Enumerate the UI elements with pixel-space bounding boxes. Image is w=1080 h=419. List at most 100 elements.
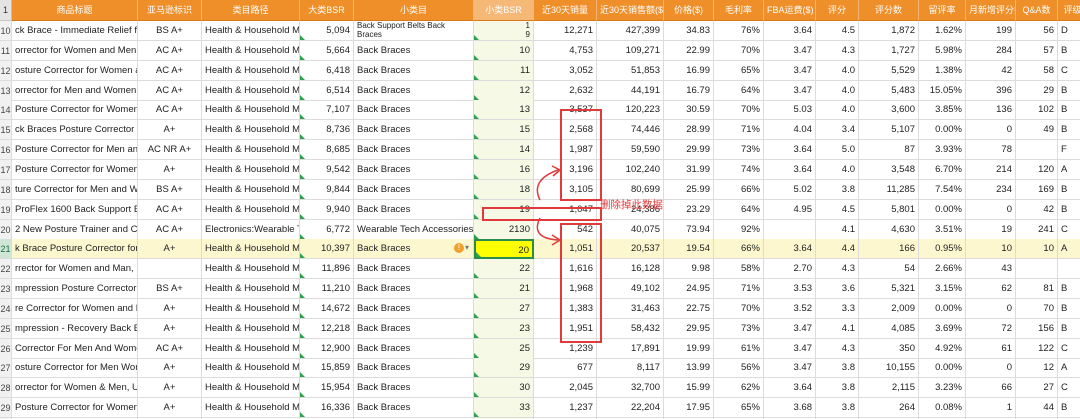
table-cell[interactable]: 17,891 <box>597 339 664 359</box>
table-cell[interactable]: C <box>1058 61 1080 81</box>
table-cell[interactable]: Back Braces <box>354 279 474 299</box>
column-header[interactable]: 留评率 <box>919 0 966 21</box>
table-cell[interactable]: 25.99 <box>664 180 714 200</box>
table-cell[interactable]: A <box>1058 239 1080 259</box>
table-cell[interactable]: 5,094 <box>300 21 354 41</box>
table-cell[interactable]: Back Braces <box>354 339 474 359</box>
table-cell[interactable]: A+ <box>138 120 202 140</box>
table-cell[interactable]: A+ <box>138 239 202 259</box>
table-cell[interactable]: C <box>1058 339 1080 359</box>
table-cell[interactable]: 10 <box>1016 239 1058 259</box>
table-cell[interactable]: 3.47 <box>764 81 816 101</box>
table-cell[interactable]: Health & Household Me <box>202 358 300 378</box>
table-cell[interactable]: Health & Household Me <box>202 140 300 160</box>
table-cell[interactable]: 3.52 <box>764 299 816 319</box>
table-cell[interactable]: Health & Household Me <box>202 398 300 418</box>
table-cell[interactable]: 3.64 <box>764 160 816 180</box>
table-cell[interactable]: 15,954 <box>300 378 354 398</box>
row-number[interactable]: 25 <box>0 319 12 339</box>
table-cell[interactable]: 9.98 <box>664 259 714 279</box>
table-cell[interactable]: 5,801 <box>859 200 919 220</box>
table-cell[interactable]: 3.47 <box>764 339 816 359</box>
table-cell[interactable]: 13 <box>474 100 534 120</box>
table-cell[interactable]: 3.47 <box>764 41 816 61</box>
table-cell[interactable]: 10 <box>474 41 534 61</box>
column-header[interactable]: 类目路径 <box>202 0 300 21</box>
table-cell[interactable]: 70 <box>1016 299 1058 319</box>
table-cell[interactable]: 15.05% <box>919 81 966 101</box>
table-cell[interactable]: 73% <box>714 319 764 339</box>
table-cell[interactable]: 28.99 <box>664 120 714 140</box>
table-cell[interactable]: D <box>1058 21 1080 41</box>
table-cell[interactable]: Health & Household Me <box>202 120 300 140</box>
table-cell[interactable] <box>764 220 816 240</box>
table-cell[interactable]: B <box>1058 81 1080 101</box>
table-cell[interactable]: Back Braces <box>354 180 474 200</box>
table-cell[interactable]: 1,237 <box>534 398 597 418</box>
table-cell[interactable]: A+ <box>138 319 202 339</box>
table-cell[interactable]: 19.99 <box>664 339 714 359</box>
table-cell[interactable]: Health & Household Me <box>202 299 300 319</box>
table-cell[interactable]: 3.51% <box>919 220 966 240</box>
table-cell[interactable]: 16.79 <box>664 81 714 101</box>
table-cell[interactable]: 92% <box>714 220 764 240</box>
table-cell[interactable]: 1 9 <box>474 21 534 41</box>
table-cell[interactable]: 3.64 <box>764 239 816 259</box>
table-cell[interactable]: 3.47 <box>764 61 816 81</box>
table-cell[interactable]: 9,844 <box>300 180 354 200</box>
table-cell[interactable]: k Brace Posture Corrector for M <box>12 239 138 259</box>
table-cell[interactable]: 15.99 <box>664 378 714 398</box>
table-cell[interactable]: ck Braces Posture Corrector Wa <box>12 120 138 140</box>
table-cell[interactable]: 2.70 <box>764 259 816 279</box>
table-cell[interactable]: Health & Household Me <box>202 200 300 220</box>
table-cell[interactable]: 71% <box>714 120 764 140</box>
table-cell[interactable]: 0.00% <box>919 299 966 319</box>
table-cell[interactable]: 57 <box>1016 41 1058 61</box>
table-cell[interactable]: 42 <box>966 61 1016 81</box>
table-cell[interactable]: 427,399 <box>597 21 664 41</box>
chevron-down-icon[interactable]: ▾ <box>465 242 469 254</box>
table-cell[interactable]: 122 <box>1016 339 1058 359</box>
table-cell[interactable]: 2,009 <box>859 299 919 319</box>
table-cell[interactable]: 3.85% <box>919 100 966 120</box>
table-cell[interactable] <box>1016 259 1058 279</box>
table-cell[interactable]: 0.00% <box>919 200 966 220</box>
table-cell[interactable]: Back Braces <box>354 358 474 378</box>
table-cell[interactable]: mpression - Recovery Back Brac <box>12 319 138 339</box>
table-cell[interactable]: 3.8 <box>816 180 859 200</box>
table-cell[interactable]: 29 <box>1016 81 1058 101</box>
table-cell[interactable]: 43 <box>966 259 1016 279</box>
table-cell[interactable]: 13.99 <box>664 358 714 378</box>
table-cell[interactable]: 61% <box>714 339 764 359</box>
table-cell[interactable]: 120,223 <box>597 100 664 120</box>
table-cell[interactable]: 32,700 <box>597 378 664 398</box>
table-cell[interactable]: rrector for Women and Man, Ba <box>12 259 138 279</box>
table-cell[interactable]: 19.54 <box>664 239 714 259</box>
table-cell[interactable]: 3.3 <box>816 299 859 319</box>
table-cell[interactable]: 3.93% <box>919 140 966 160</box>
table-cell[interactable]: A+ <box>138 299 202 319</box>
table-cell[interactable]: 70% <box>714 41 764 61</box>
table-cell[interactable]: AC A+ <box>138 61 202 81</box>
table-cell[interactable]: 241 <box>1016 220 1058 240</box>
table-cell[interactable]: 199 <box>966 21 1016 41</box>
table-cell[interactable]: Health & Household Me <box>202 180 300 200</box>
table-cell[interactable]: 3.23% <box>919 378 966 398</box>
table-cell[interactable]: 4.0 <box>816 160 859 180</box>
table-cell[interactable]: 4.04 <box>764 120 816 140</box>
table-cell[interactable]: 2130 <box>474 220 534 240</box>
table-cell[interactable]: 3,052 <box>534 61 597 81</box>
table-cell[interactable]: 27 <box>1016 378 1058 398</box>
table-cell[interactable]: 12,271 <box>534 21 597 41</box>
table-cell[interactable]: 5.03 <box>764 100 816 120</box>
table-cell[interactable]: 66% <box>714 180 764 200</box>
table-cell[interactable]: 1.38% <box>919 61 966 81</box>
table-cell[interactable]: A+ <box>138 378 202 398</box>
table-cell[interactable]: 109,271 <box>597 41 664 61</box>
column-header[interactable]: 近30天销售额($) <box>597 0 664 21</box>
table-cell[interactable]: 15 <box>474 120 534 140</box>
table-cell[interactable]: 4.0 <box>816 81 859 101</box>
table-cell[interactable]: Back Braces <box>354 140 474 160</box>
table-cell[interactable]: 3.8 <box>816 358 859 378</box>
table-cell[interactable]: Health & Household Me <box>202 21 300 41</box>
